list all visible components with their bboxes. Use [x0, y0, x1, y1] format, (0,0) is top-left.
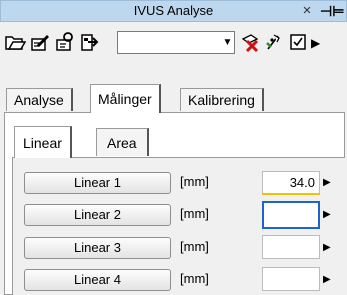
selection-dropdown[interactable]: [117, 31, 235, 54]
open-folder-icon[interactable]: [4, 31, 27, 53]
tab-kalibrering[interactable]: Kalibrering: [180, 88, 264, 111]
export-icon[interactable]: [79, 31, 101, 53]
settings-icon[interactable]: [54, 31, 76, 53]
unit-label: [mm]: [180, 174, 209, 189]
subtab-area[interactable]: Area: [96, 128, 149, 156]
checkbox-icon[interactable]: [287, 31, 309, 53]
tab-analyse[interactable]: Analyse: [6, 88, 73, 111]
edit-icon[interactable]: [29, 31, 51, 53]
tab-malinger[interactable]: Målinger: [90, 84, 161, 113]
linear-4-button[interactable]: Linear 4: [24, 269, 171, 291]
linear-4-value[interactable]: [262, 267, 320, 291]
window-title: IVUS Analyse: [133, 3, 214, 18]
row-arrow-icon[interactable]: ▶: [323, 205, 333, 225]
linear-1-button[interactable]: Linear 1: [24, 172, 171, 194]
unit-label: [mm]: [180, 239, 209, 254]
linear-1-value[interactable]: 34.0: [262, 171, 320, 195]
close-button[interactable]: ×: [298, 2, 316, 20]
chevron-down-icon[interactable]: ▼: [220, 31, 235, 54]
measure-icon[interactable]: [263, 31, 285, 53]
linear-3-value[interactable]: [262, 235, 320, 259]
unit-label: [mm]: [180, 271, 209, 286]
pin-button[interactable]: ⊣⊨: [320, 1, 344, 21]
linear-2-button[interactable]: Linear 2: [24, 204, 171, 226]
subtab-linear[interactable]: Linear: [14, 126, 72, 158]
row-arrow-icon[interactable]: ▶: [323, 270, 333, 290]
row-arrow-icon[interactable]: ▶: [323, 238, 333, 258]
linear-2-value[interactable]: [262, 201, 320, 229]
delete-icon[interactable]: [239, 31, 261, 53]
row-arrow-icon[interactable]: ▶: [323, 173, 333, 193]
linear-3-button[interactable]: Linear 3: [24, 237, 171, 259]
more-arrow-icon[interactable]: ▶: [311, 33, 323, 53]
unit-label: [mm]: [180, 206, 209, 221]
